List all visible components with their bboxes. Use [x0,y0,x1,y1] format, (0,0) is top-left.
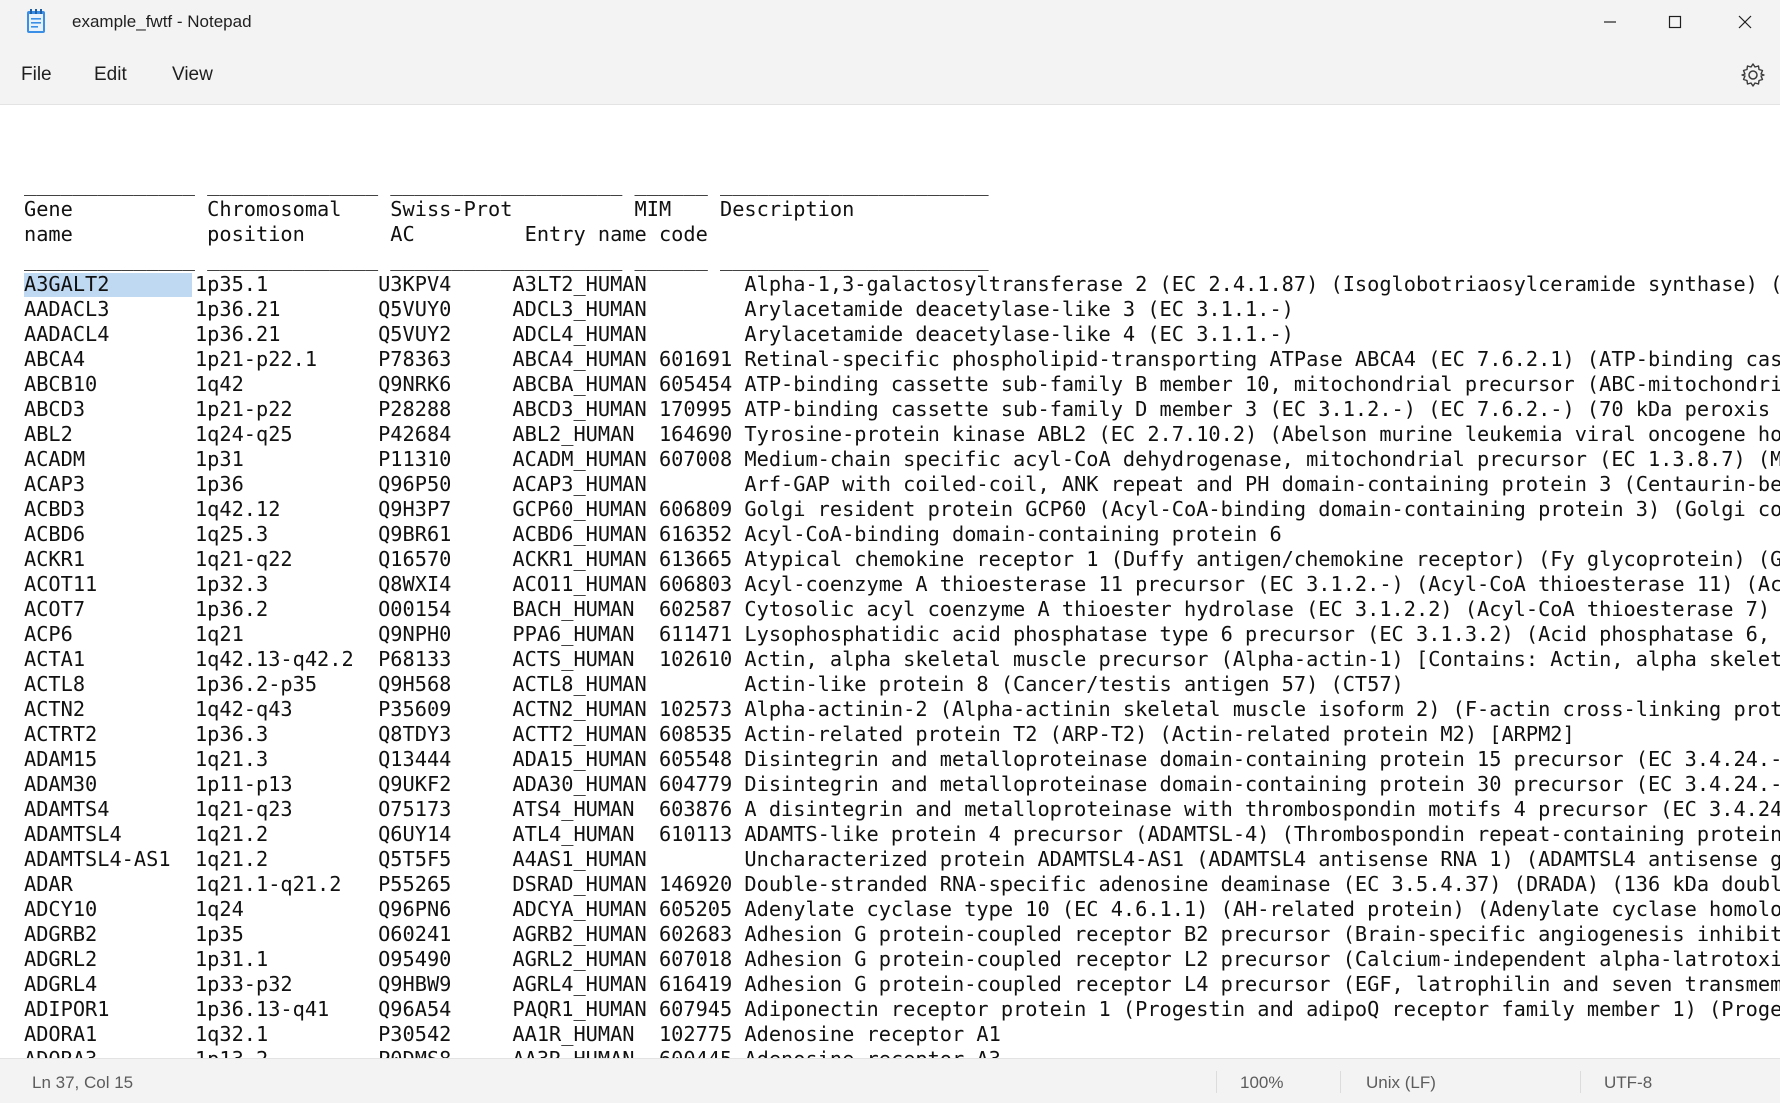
text-line[interactable]: Gene Chromosomal Swiss-Prot MIM Descript… [24,197,1780,222]
menu-view[interactable]: View [172,64,213,86]
text-line[interactable]: ADORA3 1p13.2 P0DMS8 AA3R_HUMAN 600445 A… [24,1047,1780,1058]
line-text: ABCD3 1p21-p22 P28288 ABCD3_HUMAN 170995… [24,397,1771,421]
line-text: ADGRB2 1p35 O60241 AGRB2_HUMAN 602683 Ad… [24,922,1780,946]
minimize-button[interactable] [1575,0,1645,44]
status-divider [1216,1071,1217,1093]
minimize-icon [1604,21,1616,23]
line-text: ADAMTSL4 1q21.2 Q6UY14 ATL4_HUMAN 610113… [24,822,1780,846]
status-divider [1340,1071,1341,1093]
line-text: AADACL3 1p36.21 Q5VUY0 ADCL3_HUMAN Aryla… [24,297,1294,321]
text-line[interactable]: ADGRL2 1p31.1 O95490 AGRL2_HUMAN 607018 … [24,947,1780,972]
line-text: ACOT11 1p32.3 Q8WXI4 ACO11_HUMAN 606803 … [24,572,1780,596]
editor-text[interactable]: ______________ ______________ __________… [24,147,1780,1058]
text-line[interactable]: ______________ ______________ __________… [24,247,1780,272]
zoom-level[interactable]: 100% [1240,1073,1283,1093]
line-text: Gene Chromosomal Swiss-Prot MIM Descript… [24,197,855,221]
line-text: ADGRL4 1p33-p32 Q9HBW9 AGRL4_HUMAN 61641… [24,972,1780,996]
menu-file[interactable]: File [21,64,52,86]
text-line[interactable]: ACTRT2 1p36.3 Q8TDY3 ACTT2_HUMAN 608535 … [24,722,1780,747]
line-text: name position AC Entry name code [24,222,708,246]
text-line[interactable]: ADAMTS4 1q21-q23 O75173 ATS4_HUMAN 60387… [24,797,1780,822]
line-text: ACP6 1q21 Q9NPH0 PPA6_HUMAN 611471 Lysop… [24,622,1780,646]
line-text: ADAMTS4 1q21-q23 O75173 ATS4_HUMAN 60387… [24,797,1780,821]
title-bar: example_fwtf - Notepad [0,0,1780,44]
text-line[interactable]: A3GALT2 1p35.1 U3KPV4 A3LT2_HUMAN Alpha-… [24,272,1780,297]
text-editor[interactable]: ______________ ______________ __________… [0,105,1780,1058]
line-text: A3GALT2 1p35.1 U3KPV4 A3LT2_HUMAN Alpha-… [24,272,1780,296]
status-bar: Ln 37, Col 15 100% Unix (LF) UTF-8 [0,1058,1780,1103]
notepad-icon [27,9,45,33]
text-line[interactable]: ADAMTSL4-AS1 1q21.2 Q5T5F5 A4AS1_HUMAN U… [24,847,1780,872]
line-text: ______________ ______________ __________… [24,172,989,196]
text-line[interactable]: AADACL3 1p36.21 Q5VUY0 ADCL3_HUMAN Aryla… [24,297,1780,322]
line-text: ADAR 1q21.1-q21.2 P55265 DSRAD_HUMAN 146… [24,872,1780,896]
menu-bar: File Edit View [0,44,1780,105]
text-line[interactable]: ADCY10 1q24 Q96PN6 ADCYA_HUMAN 605205 Ad… [24,897,1780,922]
close-button[interactable] [1710,0,1780,44]
text-line[interactable]: ABL2 1q24-q25 P42684 ABL2_HUMAN 164690 T… [24,422,1780,447]
line-text: ACKR1 1q21-q22 Q16570 ACKR1_HUMAN 613665… [24,547,1780,571]
text-line[interactable]: ACADM 1p31 P11310 ACADM_HUMAN 607008 Med… [24,447,1780,472]
line-text: ACAP3 1p36 Q96P50 ACAP3_HUMAN Arf-GAP wi… [24,472,1780,496]
text-line[interactable]: ADGRL4 1p33-p32 Q9HBW9 AGRL4_HUMAN 61641… [24,972,1780,997]
line-text: ACADM 1p31 P11310 ACADM_HUMAN 607008 Med… [24,447,1780,471]
cursor-position: Ln 37, Col 15 [32,1073,134,1092]
line-text: ACOT7 1p36.2 O00154 BACH_HUMAN 602587 Cy… [24,597,1780,621]
text-line[interactable]: ACOT7 1p36.2 O00154 BACH_HUMAN 602587 Cy… [24,597,1780,622]
line-text: ADAM15 1q21.3 Q13444 ADA15_HUMAN 605548 … [24,747,1780,771]
text-line[interactable]: ACP6 1q21 Q9NPH0 PPA6_HUMAN 611471 Lysop… [24,622,1780,647]
line-text: ______________ ______________ __________… [24,247,989,271]
text-line[interactable]: ADAM30 1p11-p13 Q9UKF2 ADA30_HUMAN 60477… [24,772,1780,797]
line-text: ABCB10 1q42 Q9NRK6 ABCBA_HUMAN 605454 AT… [24,372,1780,396]
status-divider [1580,1071,1581,1093]
text-line[interactable]: ABCB10 1q42 Q9NRK6 ABCBA_HUMAN 605454 AT… [24,372,1780,397]
text-line[interactable]: ADAMTSL4 1q21.2 Q6UY14 ATL4_HUMAN 610113… [24,822,1780,847]
line-text: ACTN2 1q42-q43 P35609 ACTN2_HUMAN 102573… [24,697,1780,721]
line-text: ADCY10 1q24 Q96PN6 ADCYA_HUMAN 605205 Ad… [24,897,1780,921]
text-line[interactable]: ADGRB2 1p35 O60241 AGRB2_HUMAN 602683 Ad… [24,922,1780,947]
line-ending[interactable]: Unix (LF) [1366,1073,1436,1093]
text-line[interactable]: ADIPOR1 1p36.13-q41 Q96A54 PAQR1_HUMAN 6… [24,997,1780,1022]
line-text: ABL2 1q24-q25 P42684 ABL2_HUMAN 164690 T… [24,422,1780,446]
text-line[interactable]: ABCD3 1p21-p22 P28288 ABCD3_HUMAN 170995… [24,397,1780,422]
line-text: ADORA3 1p13.2 P0DMS8 AA3R_HUMAN 600445 A… [24,1047,1001,1058]
menu-edit[interactable]: Edit [94,64,127,86]
gear-icon[interactable] [1740,62,1766,88]
text-line[interactable]: ACBD6 1q25.3 Q9BR61 ACBD6_HUMAN 616352 A… [24,522,1780,547]
maximize-button[interactable] [1640,0,1710,44]
line-text: ADIPOR1 1p36.13-q41 Q96A54 PAQR1_HUMAN 6… [24,997,1780,1021]
line-text: ACTRT2 1p36.3 Q8TDY3 ACTT2_HUMAN 608535 … [24,722,1575,746]
text-line[interactable]: ADAR 1q21.1-q21.2 P55265 DSRAD_HUMAN 146… [24,872,1780,897]
text-line[interactable]: ADORA1 1q32.1 P30542 AA1R_HUMAN 102775 A… [24,1022,1780,1047]
line-text: ACTL8 1p36.2-p35 Q9H568 ACTL8_HUMAN Acti… [24,672,1404,696]
line-text: ABCA4 1p21-p22.1 P78363 ABCA4_HUMAN 6016… [24,347,1780,371]
text-line[interactable]: ACTA1 1q42.13-q42.2 P68133 ACTS_HUMAN 10… [24,647,1780,672]
window-title: example_fwtf - Notepad [72,12,252,31]
line-text: ACTA1 1q42.13-q42.2 P68133 ACTS_HUMAN 10… [24,647,1780,671]
text-line[interactable] [24,147,1780,172]
line-text: AADACL4 1p36.21 Q5VUY2 ADCL4_HUMAN Aryla… [24,322,1294,346]
line-text: ACBD3 1q42.12 Q9H3P7 GCP60_HUMAN 606809 … [24,497,1780,521]
line-text: ADAMTSL4-AS1 1q21.2 Q5T5F5 A4AS1_HUMAN U… [24,847,1780,871]
text-line[interactable]: ______________ ______________ __________… [24,172,1780,197]
text-line[interactable]: ACOT11 1p32.3 Q8WXI4 ACO11_HUMAN 606803 … [24,572,1780,597]
encoding[interactable]: UTF-8 [1604,1073,1652,1093]
line-text: ADAM30 1p11-p13 Q9UKF2 ADA30_HUMAN 60477… [24,772,1780,796]
text-line[interactable]: AADACL4 1p36.21 Q5VUY2 ADCL4_HUMAN Aryla… [24,322,1780,347]
line-text: ADORA1 1q32.1 P30542 AA1R_HUMAN 102775 A… [24,1022,1001,1046]
line-text: ADGRL2 1p31.1 O95490 AGRL2_HUMAN 607018 … [24,947,1780,971]
text-line[interactable]: ADAM15 1q21.3 Q13444 ADA15_HUMAN 605548 … [24,747,1780,772]
text-line[interactable]: ACTL8 1p36.2-p35 Q9H568 ACTL8_HUMAN Acti… [24,672,1780,697]
text-line[interactable]: ACTN2 1q42-q43 P35609 ACTN2_HUMAN 102573… [24,697,1780,722]
text-line[interactable]: ACAP3 1p36 Q96P50 ACAP3_HUMAN Arf-GAP wi… [24,472,1780,497]
close-icon [1738,15,1752,29]
text-line[interactable]: ABCA4 1p21-p22.1 P78363 ABCA4_HUMAN 6016… [24,347,1780,372]
text-line[interactable]: ACKR1 1q21-q22 Q16570 ACKR1_HUMAN 613665… [24,547,1780,572]
text-line[interactable]: name position AC Entry name code [24,222,1780,247]
maximize-icon [1668,15,1682,29]
text-line[interactable]: ACBD3 1q42.12 Q9H3P7 GCP60_HUMAN 606809 … [24,497,1780,522]
line-text: ACBD6 1q25.3 Q9BR61 ACBD6_HUMAN 616352 A… [24,522,1282,546]
